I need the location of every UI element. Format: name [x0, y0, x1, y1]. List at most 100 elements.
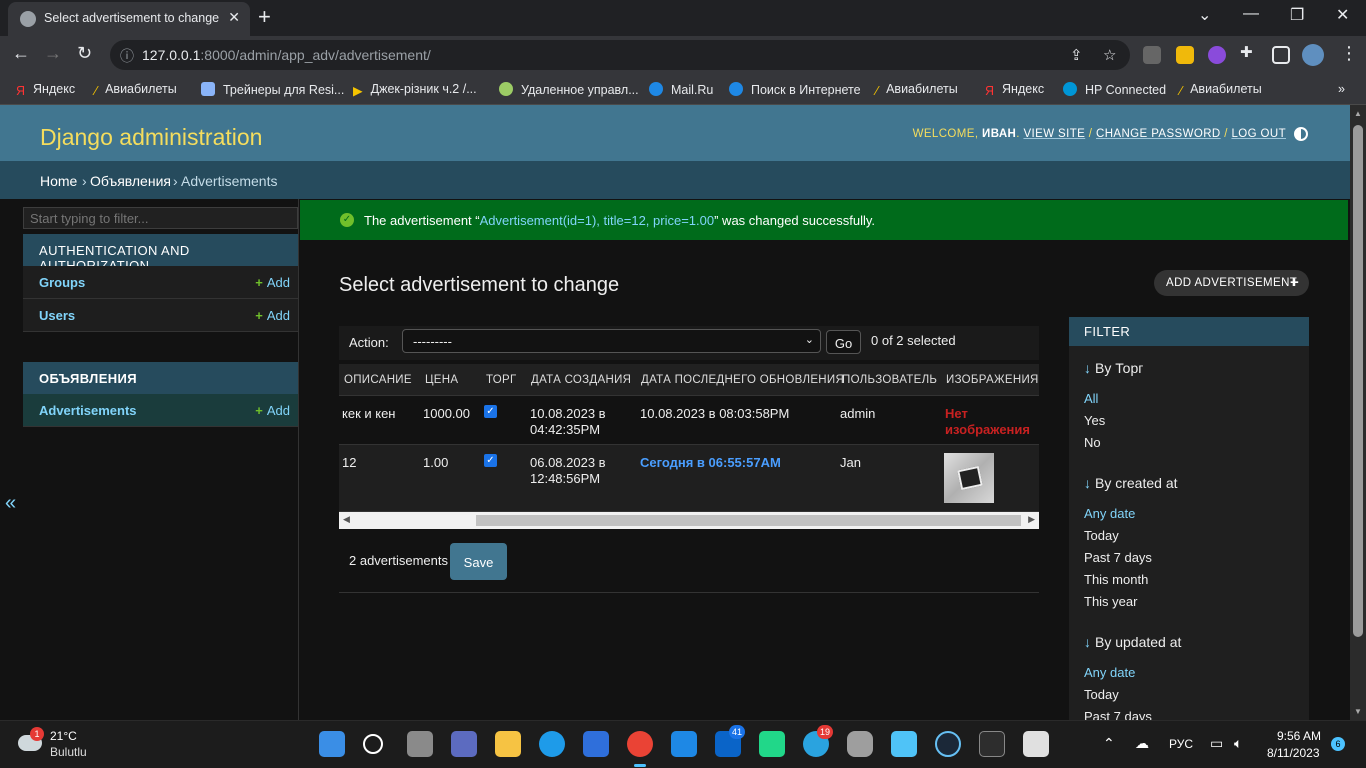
filter-option[interactable]: All — [1084, 391, 1098, 406]
restore-button[interactable]: ❐ — [1290, 5, 1304, 25]
site-info-icon[interactable]: ⓘ — [120, 46, 134, 66]
weather-temp[interactable]: 21°C — [50, 729, 77, 743]
column-header[interactable]: ОПИСАНИЕ — [344, 374, 412, 386]
scroll-up-icon[interactable]: ▲ — [1354, 109, 1362, 118]
back-arrow-icon[interactable]: ← — [12, 43, 30, 64]
bookmark-item[interactable]: Mail.Ru — [649, 82, 713, 97]
tab-search-icon[interactable]: ⌄ — [1198, 5, 1211, 25]
windows-start-icon[interactable] — [319, 731, 345, 757]
notepad-icon[interactable] — [891, 731, 917, 757]
model-link-groups[interactable]: Groups — [39, 275, 85, 290]
bookmark-item[interactable]: Я Яндекс — [985, 82, 1044, 98]
url-text[interactable]: 127.0.0.1:8000/admin/app_adv/advertiseme… — [142, 47, 431, 63]
table-horizontal-scrollbar[interactable]: ◀ ▶ — [339, 512, 1039, 529]
network-icon[interactable]: ▭ — [1210, 735, 1223, 752]
search-icon[interactable] — [363, 734, 383, 754]
filter-option[interactable]: Today — [1084, 528, 1119, 543]
cell-description[interactable]: 12 — [342, 455, 356, 471]
database-icon[interactable] — [847, 731, 873, 757]
clock-date[interactable]: 8/11/2023 — [1267, 746, 1320, 760]
module-caption-ads[interactable]: ОБЪЯВЛЕНИЯ — [23, 362, 298, 394]
breadcrumb-app[interactable]: Объявления — [90, 173, 171, 189]
bookmark-item[interactable]: HP Connected — [1063, 82, 1166, 97]
breadcrumb-home[interactable]: Home — [40, 173, 77, 189]
add-advertisements-link[interactable]: + Add — [255, 403, 290, 418]
chrome-icon[interactable] — [627, 731, 653, 757]
filter-option[interactable]: This month — [1084, 572, 1148, 587]
column-header[interactable]: ДАТА СОЗДАНИЯ — [531, 374, 631, 386]
filter-heading-created[interactable]: ↓ By created at — [1084, 475, 1178, 491]
module-caption-auth[interactable]: AUTHENTICATION AND AUTHORIZATION — [23, 234, 298, 273]
bookmark-item[interactable]: ⁄ Авиабилеты — [1180, 82, 1262, 98]
change-password-link[interactable]: CHANGE PASSWORD — [1096, 128, 1221, 140]
bookmark-star-icon[interactable]: ☆ — [1103, 46, 1116, 64]
extensions-puzzle-icon[interactable]: ✚ — [1240, 43, 1258, 61]
filter-option[interactable]: Any date — [1084, 506, 1135, 521]
forward-arrow-icon[interactable]: → — [44, 43, 62, 64]
new-tab-button[interactable]: + — [258, 4, 271, 30]
input-language[interactable]: РУС — [1169, 737, 1193, 751]
sidebar-item-advertisements[interactable]: Advertisements + Add — [23, 394, 298, 427]
menu-kebab-icon[interactable]: ⋮ — [1340, 43, 1358, 64]
torg-checkbox[interactable]: ✓ — [484, 454, 497, 467]
browser-tab[interactable]: Select advertisement to change | Django … — [8, 2, 250, 36]
address-bar[interactable]: ⓘ 127.0.0.1:8000/admin/app_adv/advertise… — [110, 40, 1130, 70]
theme-toggle-icon[interactable] — [1294, 127, 1308, 141]
bookmark-item[interactable]: ▶ Джек-різник ч.2 /... — [353, 82, 477, 98]
edge-icon[interactable] — [539, 731, 565, 757]
scroll-left-icon[interactable]: ◀ — [343, 514, 350, 525]
add-groups-link[interactable]: + Add — [255, 275, 290, 290]
store-icon[interactable] — [583, 731, 609, 757]
cell-description[interactable]: кек и кен — [342, 406, 395, 422]
column-header[interactable]: ПОЛЬЗОВАТЕЛЬ — [842, 374, 937, 386]
torg-checkbox[interactable]: ✓ — [484, 405, 497, 418]
side-panel-icon[interactable] — [1272, 46, 1290, 64]
notification-badge[interactable]: 6 — [1331, 737, 1345, 751]
bookmark-item[interactable]: ⁄ Авиабилеты — [95, 82, 177, 98]
filter-option[interactable]: Past 7 days — [1084, 550, 1152, 565]
more-bookmarks-icon[interactable]: » — [1338, 82, 1345, 96]
horizontal-scroll-thumb[interactable] — [476, 515, 1021, 526]
message-object-link[interactable]: Advertisement(id=1), title=12, price=1.0… — [480, 213, 715, 228]
scroll-right-icon[interactable]: ▶ — [1028, 514, 1035, 525]
bookmark-item[interactable]: Трейнеры для Resi... — [201, 82, 344, 97]
steam-icon[interactable] — [935, 731, 961, 757]
scrollbar-thumb[interactable] — [1353, 125, 1363, 637]
tab-close-icon[interactable]: ✕ — [228, 9, 240, 26]
s-extension-icon[interactable] — [1208, 46, 1226, 64]
nav-filter-input[interactable] — [23, 207, 298, 229]
filter-option[interactable]: Today — [1084, 687, 1119, 702]
close-window-button[interactable]: ✕ — [1336, 5, 1349, 25]
bookmark-item[interactable]: ⁄ Авиабилеты — [876, 82, 958, 98]
go-button[interactable]: Go — [826, 330, 861, 354]
filter-option[interactable]: Any date — [1084, 665, 1135, 680]
qr-extension-icon[interactable] — [1143, 46, 1161, 64]
filter-heading-updated[interactable]: ↓ By updated at — [1084, 634, 1181, 650]
filter-option[interactable]: This year — [1084, 594, 1137, 609]
filter-heading-torg[interactable]: ↓ By Торг — [1084, 360, 1143, 376]
pycharm-icon[interactable] — [759, 731, 785, 757]
folder-icon[interactable] — [495, 731, 521, 757]
advertisement-thumbnail[interactable] — [944, 453, 994, 503]
collapse-sidebar-button[interactable]: « — [5, 492, 16, 515]
calculator-icon[interactable] — [671, 731, 697, 757]
bookmark-item[interactable]: Поиск в Интернете — [729, 82, 861, 97]
volume-icon[interactable]: 🔈︎ — [1234, 735, 1242, 752]
action-select[interactable]: --------- ⌄ — [402, 329, 821, 353]
page-scrollbar[interactable]: ▲ ▼ — [1350, 105, 1366, 720]
terminal-icon[interactable] — [979, 731, 1005, 757]
add-users-link[interactable]: + Add — [255, 308, 290, 323]
column-header[interactable]: ИЗОБРАЖЕНИЯ — [946, 374, 1039, 386]
add-advertisement-button[interactable]: ADD ADVERTISEMENT + — [1154, 270, 1309, 296]
filter-option[interactable]: No — [1084, 435, 1101, 450]
task-view-icon[interactable] — [407, 731, 433, 757]
weather-condition[interactable]: Bulutlu — [50, 745, 87, 759]
column-header[interactable]: ТОРГ — [486, 374, 517, 386]
filter-option[interactable]: Yes — [1084, 413, 1105, 428]
onedrive-cloud-icon[interactable]: ☁ — [1135, 735, 1149, 752]
model-link-advertisements[interactable]: Advertisements — [39, 403, 137, 418]
view-site-link[interactable]: VIEW SITE — [1023, 128, 1085, 140]
sidebar-item-groups[interactable]: Groups + Add — [23, 266, 298, 299]
bookmark-item[interactable]: Я Яндекс — [16, 82, 75, 98]
log-out-link[interactable]: LOG OUT — [1231, 128, 1286, 140]
